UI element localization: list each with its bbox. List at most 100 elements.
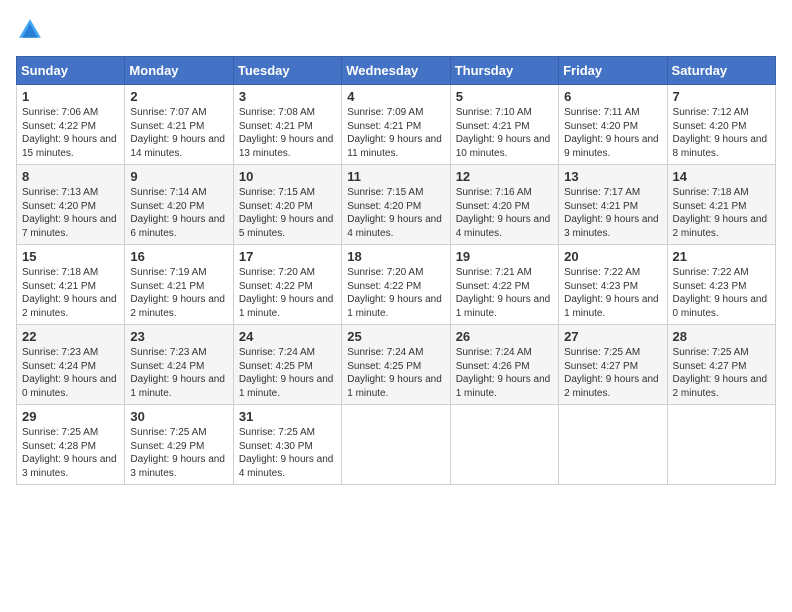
cell-info: Sunrise: 7:24 AM Sunset: 4:25 PM Dayligh… [239, 346, 336, 400]
calendar-cell: 21 Sunrise: 7:22 AM Sunset: 4:23 PM Dayl… [667, 245, 775, 325]
day-number: 20 [564, 249, 661, 264]
day-number: 11 [347, 169, 444, 184]
day-header-thursday: Thursday [450, 57, 558, 85]
calendar-cell: 3 Sunrise: 7:08 AM Sunset: 4:21 PM Dayli… [233, 85, 341, 165]
calendar-cell: 31 Sunrise: 7:25 AM Sunset: 4:30 PM Dayl… [233, 405, 341, 485]
calendar-cell: 1 Sunrise: 7:06 AM Sunset: 4:22 PM Dayli… [17, 85, 125, 165]
day-number: 7 [673, 89, 770, 104]
calendar-cell: 25 Sunrise: 7:24 AM Sunset: 4:25 PM Dayl… [342, 325, 450, 405]
day-number: 5 [456, 89, 553, 104]
calendar-cell: 5 Sunrise: 7:10 AM Sunset: 4:21 PM Dayli… [450, 85, 558, 165]
cell-info: Sunrise: 7:25 AM Sunset: 4:29 PM Dayligh… [130, 426, 227, 480]
day-number: 26 [456, 329, 553, 344]
day-number: 31 [239, 409, 336, 424]
day-number: 14 [673, 169, 770, 184]
cell-info: Sunrise: 7:25 AM Sunset: 4:30 PM Dayligh… [239, 426, 336, 480]
calendar-cell: 28 Sunrise: 7:25 AM Sunset: 4:27 PM Dayl… [667, 325, 775, 405]
calendar-week-5: 29 Sunrise: 7:25 AM Sunset: 4:28 PM Dayl… [17, 405, 776, 485]
calendar-cell [342, 405, 450, 485]
calendar-cell: 17 Sunrise: 7:20 AM Sunset: 4:22 PM Dayl… [233, 245, 341, 325]
calendar-cell: 23 Sunrise: 7:23 AM Sunset: 4:24 PM Dayl… [125, 325, 233, 405]
logo [16, 16, 48, 44]
calendar-week-3: 15 Sunrise: 7:18 AM Sunset: 4:21 PM Dayl… [17, 245, 776, 325]
cell-info: Sunrise: 7:07 AM Sunset: 4:21 PM Dayligh… [130, 106, 227, 160]
day-header-saturday: Saturday [667, 57, 775, 85]
day-header-monday: Monday [125, 57, 233, 85]
day-number: 4 [347, 89, 444, 104]
calendar-table: SundayMondayTuesdayWednesdayThursdayFrid… [16, 56, 776, 485]
calendar-header-row: SundayMondayTuesdayWednesdayThursdayFrid… [17, 57, 776, 85]
cell-info: Sunrise: 7:18 AM Sunset: 4:21 PM Dayligh… [673, 186, 770, 240]
day-number: 30 [130, 409, 227, 424]
day-number: 3 [239, 89, 336, 104]
cell-info: Sunrise: 7:12 AM Sunset: 4:20 PM Dayligh… [673, 106, 770, 160]
cell-info: Sunrise: 7:06 AM Sunset: 4:22 PM Dayligh… [22, 106, 119, 160]
calendar-cell: 15 Sunrise: 7:18 AM Sunset: 4:21 PM Dayl… [17, 245, 125, 325]
cell-info: Sunrise: 7:16 AM Sunset: 4:20 PM Dayligh… [456, 186, 553, 240]
day-number: 29 [22, 409, 119, 424]
calendar-week-1: 1 Sunrise: 7:06 AM Sunset: 4:22 PM Dayli… [17, 85, 776, 165]
cell-info: Sunrise: 7:25 AM Sunset: 4:27 PM Dayligh… [564, 346, 661, 400]
day-number: 15 [22, 249, 119, 264]
day-number: 16 [130, 249, 227, 264]
calendar-cell: 6 Sunrise: 7:11 AM Sunset: 4:20 PM Dayli… [559, 85, 667, 165]
cell-info: Sunrise: 7:22 AM Sunset: 4:23 PM Dayligh… [673, 266, 770, 320]
calendar-cell [667, 405, 775, 485]
page-header [16, 16, 776, 44]
calendar-cell: 19 Sunrise: 7:21 AM Sunset: 4:22 PM Dayl… [450, 245, 558, 325]
cell-info: Sunrise: 7:20 AM Sunset: 4:22 PM Dayligh… [239, 266, 336, 320]
cell-info: Sunrise: 7:23 AM Sunset: 4:24 PM Dayligh… [22, 346, 119, 400]
calendar-cell: 24 Sunrise: 7:24 AM Sunset: 4:25 PM Dayl… [233, 325, 341, 405]
calendar-cell: 4 Sunrise: 7:09 AM Sunset: 4:21 PM Dayli… [342, 85, 450, 165]
cell-info: Sunrise: 7:14 AM Sunset: 4:20 PM Dayligh… [130, 186, 227, 240]
cell-info: Sunrise: 7:20 AM Sunset: 4:22 PM Dayligh… [347, 266, 444, 320]
calendar-cell: 9 Sunrise: 7:14 AM Sunset: 4:20 PM Dayli… [125, 165, 233, 245]
day-number: 22 [22, 329, 119, 344]
day-header-tuesday: Tuesday [233, 57, 341, 85]
cell-info: Sunrise: 7:19 AM Sunset: 4:21 PM Dayligh… [130, 266, 227, 320]
day-number: 13 [564, 169, 661, 184]
cell-info: Sunrise: 7:08 AM Sunset: 4:21 PM Dayligh… [239, 106, 336, 160]
day-number: 19 [456, 249, 553, 264]
calendar-cell: 18 Sunrise: 7:20 AM Sunset: 4:22 PM Dayl… [342, 245, 450, 325]
calendar-cell: 27 Sunrise: 7:25 AM Sunset: 4:27 PM Dayl… [559, 325, 667, 405]
calendar-cell: 22 Sunrise: 7:23 AM Sunset: 4:24 PM Dayl… [17, 325, 125, 405]
cell-info: Sunrise: 7:23 AM Sunset: 4:24 PM Dayligh… [130, 346, 227, 400]
cell-info: Sunrise: 7:24 AM Sunset: 4:26 PM Dayligh… [456, 346, 553, 400]
calendar-cell [559, 405, 667, 485]
cell-info: Sunrise: 7:21 AM Sunset: 4:22 PM Dayligh… [456, 266, 553, 320]
calendar-cell: 29 Sunrise: 7:25 AM Sunset: 4:28 PM Dayl… [17, 405, 125, 485]
cell-info: Sunrise: 7:22 AM Sunset: 4:23 PM Dayligh… [564, 266, 661, 320]
day-number: 18 [347, 249, 444, 264]
cell-info: Sunrise: 7:09 AM Sunset: 4:21 PM Dayligh… [347, 106, 444, 160]
calendar-cell [450, 405, 558, 485]
calendar-cell: 30 Sunrise: 7:25 AM Sunset: 4:29 PM Dayl… [125, 405, 233, 485]
calendar-week-4: 22 Sunrise: 7:23 AM Sunset: 4:24 PM Dayl… [17, 325, 776, 405]
day-number: 12 [456, 169, 553, 184]
day-header-sunday: Sunday [17, 57, 125, 85]
day-number: 23 [130, 329, 227, 344]
cell-info: Sunrise: 7:25 AM Sunset: 4:27 PM Dayligh… [673, 346, 770, 400]
cell-info: Sunrise: 7:15 AM Sunset: 4:20 PM Dayligh… [347, 186, 444, 240]
day-number: 9 [130, 169, 227, 184]
calendar-cell: 13 Sunrise: 7:17 AM Sunset: 4:21 PM Dayl… [559, 165, 667, 245]
calendar-cell: 26 Sunrise: 7:24 AM Sunset: 4:26 PM Dayl… [450, 325, 558, 405]
day-number: 25 [347, 329, 444, 344]
cell-info: Sunrise: 7:10 AM Sunset: 4:21 PM Dayligh… [456, 106, 553, 160]
day-number: 17 [239, 249, 336, 264]
cell-info: Sunrise: 7:18 AM Sunset: 4:21 PM Dayligh… [22, 266, 119, 320]
calendar-cell: 16 Sunrise: 7:19 AM Sunset: 4:21 PM Dayl… [125, 245, 233, 325]
day-number: 2 [130, 89, 227, 104]
cell-info: Sunrise: 7:25 AM Sunset: 4:28 PM Dayligh… [22, 426, 119, 480]
calendar-cell: 8 Sunrise: 7:13 AM Sunset: 4:20 PM Dayli… [17, 165, 125, 245]
calendar-cell: 12 Sunrise: 7:16 AM Sunset: 4:20 PM Dayl… [450, 165, 558, 245]
day-number: 6 [564, 89, 661, 104]
calendar-cell: 20 Sunrise: 7:22 AM Sunset: 4:23 PM Dayl… [559, 245, 667, 325]
calendar-cell: 10 Sunrise: 7:15 AM Sunset: 4:20 PM Dayl… [233, 165, 341, 245]
day-number: 10 [239, 169, 336, 184]
cell-info: Sunrise: 7:17 AM Sunset: 4:21 PM Dayligh… [564, 186, 661, 240]
day-number: 24 [239, 329, 336, 344]
day-header-friday: Friday [559, 57, 667, 85]
day-number: 21 [673, 249, 770, 264]
calendar-cell: 11 Sunrise: 7:15 AM Sunset: 4:20 PM Dayl… [342, 165, 450, 245]
